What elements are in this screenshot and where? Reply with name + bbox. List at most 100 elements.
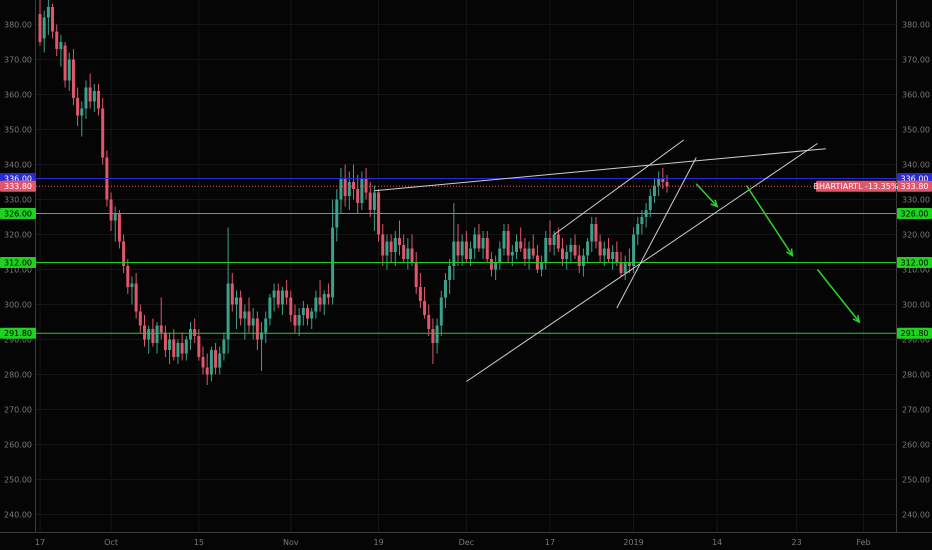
level-label-left: 312.00	[4, 259, 32, 268]
candle-up	[226, 283, 230, 340]
candle-down	[519, 241, 523, 249]
candle-up	[42, 17, 46, 39]
x-tick-label: 15	[194, 538, 204, 547]
candle-down	[615, 252, 619, 263]
candle-down	[489, 259, 493, 270]
candle-down	[477, 234, 481, 249]
candle-down	[464, 241, 468, 259]
candle-up	[481, 238, 485, 249]
y-tick-label-right: 270.00	[902, 406, 930, 415]
candle-up	[540, 262, 544, 270]
candle-down	[63, 45, 67, 81]
candle-up	[435, 325, 439, 343]
y-tick-label-right: 320.00	[902, 231, 930, 240]
y-tick-label-left: 330.00	[4, 196, 32, 205]
x-tick-label: 19	[373, 538, 383, 547]
candle-up	[301, 308, 305, 315]
y-axis-left[interactable]: 380.00 370.00 360.00 350.00 340.00 330.00 320.…	[4, 21, 32, 520]
candle-down	[180, 343, 184, 354]
candle-down	[352, 182, 355, 189]
candle-down	[381, 234, 385, 256]
candle-up	[92, 91, 96, 102]
candle-down	[126, 266, 130, 287]
candle-down	[343, 178, 347, 196]
y-axis-right[interactable]: 380.00 370.00 360.00 350.00 340.00 330.00 320.…	[902, 21, 930, 520]
y-tick-label-right: 250.00	[902, 476, 930, 485]
candle-up	[611, 252, 615, 259]
candle-down	[76, 98, 80, 116]
candle-up	[264, 318, 268, 333]
candle-down	[423, 301, 427, 315]
candle-up	[636, 224, 640, 235]
candle-down	[506, 231, 510, 256]
candle-up	[59, 42, 63, 49]
candle-down	[594, 224, 598, 242]
candle-down	[485, 238, 489, 259]
candle-down	[285, 290, 289, 298]
candle-up	[176, 343, 180, 357]
candle-up	[632, 234, 636, 266]
candle-up	[188, 329, 192, 340]
y-tick-label-right: 300.00	[902, 301, 930, 310]
candle-up	[393, 238, 397, 252]
candle-up	[272, 290, 276, 298]
candle-down	[255, 318, 259, 340]
candle-up	[565, 252, 569, 259]
candle-down	[230, 283, 234, 305]
candle-down	[606, 248, 610, 259]
y-tick-label-left: 350.00	[4, 126, 32, 135]
candle-up	[406, 248, 410, 259]
candle-up	[494, 262, 498, 270]
candle-down	[214, 350, 218, 368]
candle-down	[38, 14, 42, 42]
candle-up	[46, 7, 50, 18]
candle-up	[473, 234, 477, 249]
candle-up	[586, 241, 590, 256]
x-tick-label: Oct	[104, 538, 118, 547]
y-tick-label-left: 260.00	[4, 441, 32, 450]
candle-up	[251, 318, 255, 326]
candle-up	[155, 325, 159, 343]
candlestick-chart[interactable]: 380.00 370.00 360.00 350.00 340.00 330.00 320.…	[0, 0, 932, 550]
candle-down	[159, 325, 163, 333]
y-tick-label-right: 260.00	[902, 441, 930, 450]
candle-up	[209, 350, 213, 375]
candle-up	[515, 241, 519, 252]
x-tick-label: 2019	[623, 538, 643, 547]
y-tick-label-left: 270.00	[4, 406, 32, 415]
candle-down	[205, 367, 209, 375]
candle-up	[657, 178, 661, 186]
candle-up	[648, 196, 652, 210]
candle-up	[130, 283, 134, 287]
level-label-right: 291.80	[901, 329, 929, 338]
level-label-right: 312.00	[901, 259, 929, 268]
candle-down	[548, 238, 552, 245]
candle-up	[218, 353, 222, 368]
candle-down	[55, 31, 59, 49]
candle-down	[101, 108, 105, 158]
candle-up	[552, 234, 556, 245]
candle-down	[97, 91, 101, 109]
candle-down	[51, 7, 55, 32]
candle-down	[117, 213, 121, 242]
y-tick-label-left: 360.00	[4, 91, 32, 100]
candle-up	[322, 294, 326, 305]
candle-up	[184, 339, 188, 354]
candle-up	[113, 213, 117, 221]
candle-up	[268, 297, 272, 319]
candle-up	[510, 252, 514, 256]
y-tick-label-right: 370.00	[902, 56, 930, 65]
candle-up	[640, 217, 644, 224]
y-tick-label-left: 300.00	[4, 301, 32, 310]
candle-up	[80, 108, 84, 116]
candle-down	[239, 297, 243, 319]
candle-up	[67, 59, 71, 81]
candle-down	[531, 248, 535, 256]
candle-down	[138, 311, 142, 326]
candle-down	[431, 329, 435, 343]
candle-up	[460, 241, 464, 256]
candle-up	[372, 192, 376, 210]
y-tick-label-right: 380.00	[902, 21, 930, 30]
candle-up	[569, 245, 573, 252]
candle-down	[326, 294, 330, 298]
